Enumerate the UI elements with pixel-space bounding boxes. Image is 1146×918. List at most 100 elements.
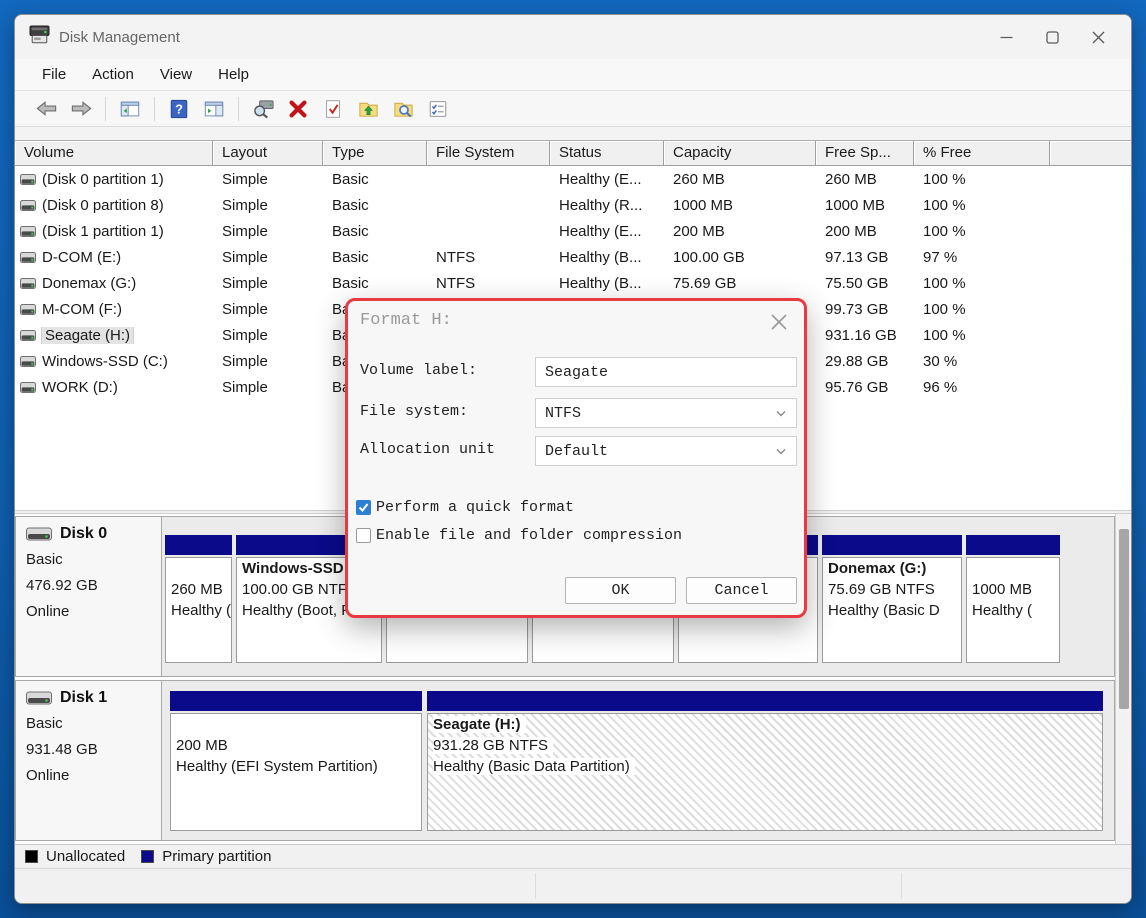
cell-volume: Windows-SSD (C:) bbox=[15, 353, 213, 370]
action-pane-icon[interactable] bbox=[201, 96, 227, 122]
volume-name: WORK (D:) bbox=[42, 379, 118, 396]
cell-layout: Simple bbox=[213, 379, 323, 396]
column-header-capacity[interactable]: Capacity bbox=[664, 141, 816, 165]
disk-icon bbox=[26, 691, 52, 706]
cell-layout: Simple bbox=[213, 171, 323, 188]
cell-pct: 30 % bbox=[914, 353, 1050, 370]
partition-size-text: 200 MB bbox=[176, 737, 228, 754]
disk-search-icon[interactable] bbox=[250, 96, 276, 122]
cell-fs: NTFS bbox=[427, 249, 550, 266]
toolbar-separator bbox=[105, 97, 106, 121]
checkbox-icon bbox=[356, 500, 371, 515]
partition[interactable]: Seagate (H:)931.28 GB NTFSHealthy (Basic… bbox=[427, 691, 1103, 831]
help-icon[interactable]: ? bbox=[166, 96, 192, 122]
column-header-free-sp-[interactable]: Free Sp... bbox=[816, 141, 914, 165]
forward-icon[interactable] bbox=[68, 96, 94, 122]
disk-management-icon bbox=[29, 25, 50, 49]
volume-icon bbox=[20, 382, 36, 393]
cell-volume: WORK (D:) bbox=[15, 379, 213, 396]
menu-item-view[interactable]: View bbox=[147, 62, 205, 87]
partition-status-text: Healthy (EFI System Partition) bbox=[176, 758, 378, 775]
delete-icon[interactable] bbox=[285, 96, 311, 122]
partition-name bbox=[972, 560, 1059, 581]
cell-pct: 100 % bbox=[914, 197, 1050, 214]
allocation-unit-value: Default bbox=[545, 443, 608, 460]
column-header--free[interactable]: % Free bbox=[914, 141, 1050, 165]
table-row[interactable]: (Disk 0 partition 1)SimpleBasicHealthy (… bbox=[15, 166, 1131, 192]
partition[interactable]: 260 MBHealthy ( bbox=[165, 535, 232, 663]
partition[interactable]: 1000 MBHealthy ( bbox=[966, 535, 1060, 663]
cell-volume: D-COM (E:) bbox=[15, 249, 213, 266]
table-row[interactable]: (Disk 0 partition 8)SimpleBasicHealthy (… bbox=[15, 192, 1131, 218]
disk-info-panel[interactable]: Disk 0Basic476.92 GBOnline bbox=[16, 517, 162, 676]
checkbox-icon bbox=[356, 528, 371, 543]
cell-layout: Simple bbox=[213, 301, 323, 318]
cell-capacity: 100.00 GB bbox=[664, 249, 816, 266]
cell-type: Basic bbox=[323, 171, 427, 188]
folder-search-icon[interactable] bbox=[390, 96, 416, 122]
partition-status: Healthy ( bbox=[972, 602, 1059, 623]
table-row[interactable]: Donemax (G:)SimpleBasicNTFSHealthy (B...… bbox=[15, 270, 1131, 296]
table-row[interactable]: (Disk 1 partition 1)SimpleBasicHealthy (… bbox=[15, 218, 1131, 244]
back-icon[interactable] bbox=[33, 96, 59, 122]
menu-item-help[interactable]: Help bbox=[205, 62, 262, 87]
minimize-button[interactable] bbox=[983, 20, 1029, 54]
disk-name: Disk 1 bbox=[60, 689, 107, 707]
column-header-status[interactable]: Status bbox=[550, 141, 664, 165]
window-title: Disk Management bbox=[59, 29, 983, 46]
cell-capacity: 1000 MB bbox=[664, 197, 816, 214]
volume-icon bbox=[20, 356, 36, 367]
disk-size: 931.48 GB bbox=[26, 737, 161, 763]
dialog-close-icon[interactable] bbox=[768, 311, 790, 333]
cancel-button[interactable]: Cancel bbox=[686, 577, 797, 604]
close-button[interactable] bbox=[1075, 20, 1121, 54]
allocation-unit-label: Allocation unit bbox=[360, 441, 495, 458]
table-row[interactable]: D-COM (E:)SimpleBasicNTFSHealthy (B...10… bbox=[15, 244, 1131, 270]
menu-item-file[interactable]: File bbox=[29, 62, 79, 87]
cell-free: 1000 MB bbox=[816, 197, 914, 214]
volume-name: (Disk 0 partition 8) bbox=[42, 197, 164, 214]
scrollbar-thumb[interactable] bbox=[1119, 529, 1129, 709]
volume-icon bbox=[20, 278, 36, 289]
disk-info-panel[interactable]: Disk 1Basic931.48 GBOnline bbox=[16, 681, 162, 840]
disk-info-head: Disk 0 bbox=[26, 525, 161, 543]
partition-size-text: 931.28 GB NTFS bbox=[433, 737, 553, 754]
toolbar: ? bbox=[15, 91, 1131, 127]
ok-button[interactable]: OK bbox=[565, 577, 676, 604]
cell-pct: 100 % bbox=[914, 275, 1050, 292]
cell-layout: Simple bbox=[213, 327, 323, 344]
check-document-icon[interactable] bbox=[320, 96, 346, 122]
partition-size: 260 MB bbox=[171, 581, 231, 602]
partition-name bbox=[176, 716, 421, 737]
graphical-scrollbar[interactable] bbox=[1115, 514, 1131, 844]
allocation-unit-select[interactable]: Default bbox=[535, 436, 797, 466]
column-header-volume[interactable]: Volume bbox=[15, 141, 213, 165]
partition[interactable]: 200 MB Healthy (EFI System Partition) bbox=[170, 691, 422, 831]
chevron-down-icon bbox=[775, 410, 787, 418]
checklist-icon[interactable] bbox=[425, 96, 451, 122]
menu-item-action[interactable]: Action bbox=[79, 62, 147, 87]
cell-type: Basic bbox=[323, 275, 427, 292]
cell-free: 260 MB bbox=[816, 171, 914, 188]
cell-pct: 100 % bbox=[914, 171, 1050, 188]
maximize-button[interactable] bbox=[1029, 20, 1075, 54]
desktop-background: Disk Management FileActionViewHelp bbox=[0, 0, 1146, 918]
file-system-select[interactable]: NTFS bbox=[535, 398, 797, 428]
compression-checkbox[interactable]: Enable file and folder compression bbox=[356, 526, 682, 544]
column-header-file-system[interactable]: File System bbox=[427, 141, 550, 165]
partition[interactable]: Donemax (G:)75.69 GB NTFSHealthy (Basic … bbox=[822, 535, 962, 663]
legend-item: Primary partition bbox=[141, 848, 271, 865]
cell-layout: Simple bbox=[213, 197, 323, 214]
volume-name: Windows-SSD (C:) bbox=[42, 353, 168, 370]
legend-unallocated-swatch bbox=[25, 850, 38, 863]
column-header-layout[interactable]: Layout bbox=[213, 141, 323, 165]
column-header-type[interactable]: Type bbox=[323, 141, 427, 165]
partition-status-text: Healthy ( bbox=[171, 602, 231, 619]
console-tree-icon[interactable] bbox=[117, 96, 143, 122]
cell-pct: 97 % bbox=[914, 249, 1050, 266]
status-bar-divider bbox=[901, 873, 902, 899]
volume-label-input[interactable]: Seagate bbox=[535, 357, 797, 387]
folder-up-icon[interactable] bbox=[355, 96, 381, 122]
quick-format-checkbox[interactable]: Perform a quick format bbox=[356, 498, 574, 516]
partition-name-text: Donemax (G:) bbox=[828, 560, 926, 577]
